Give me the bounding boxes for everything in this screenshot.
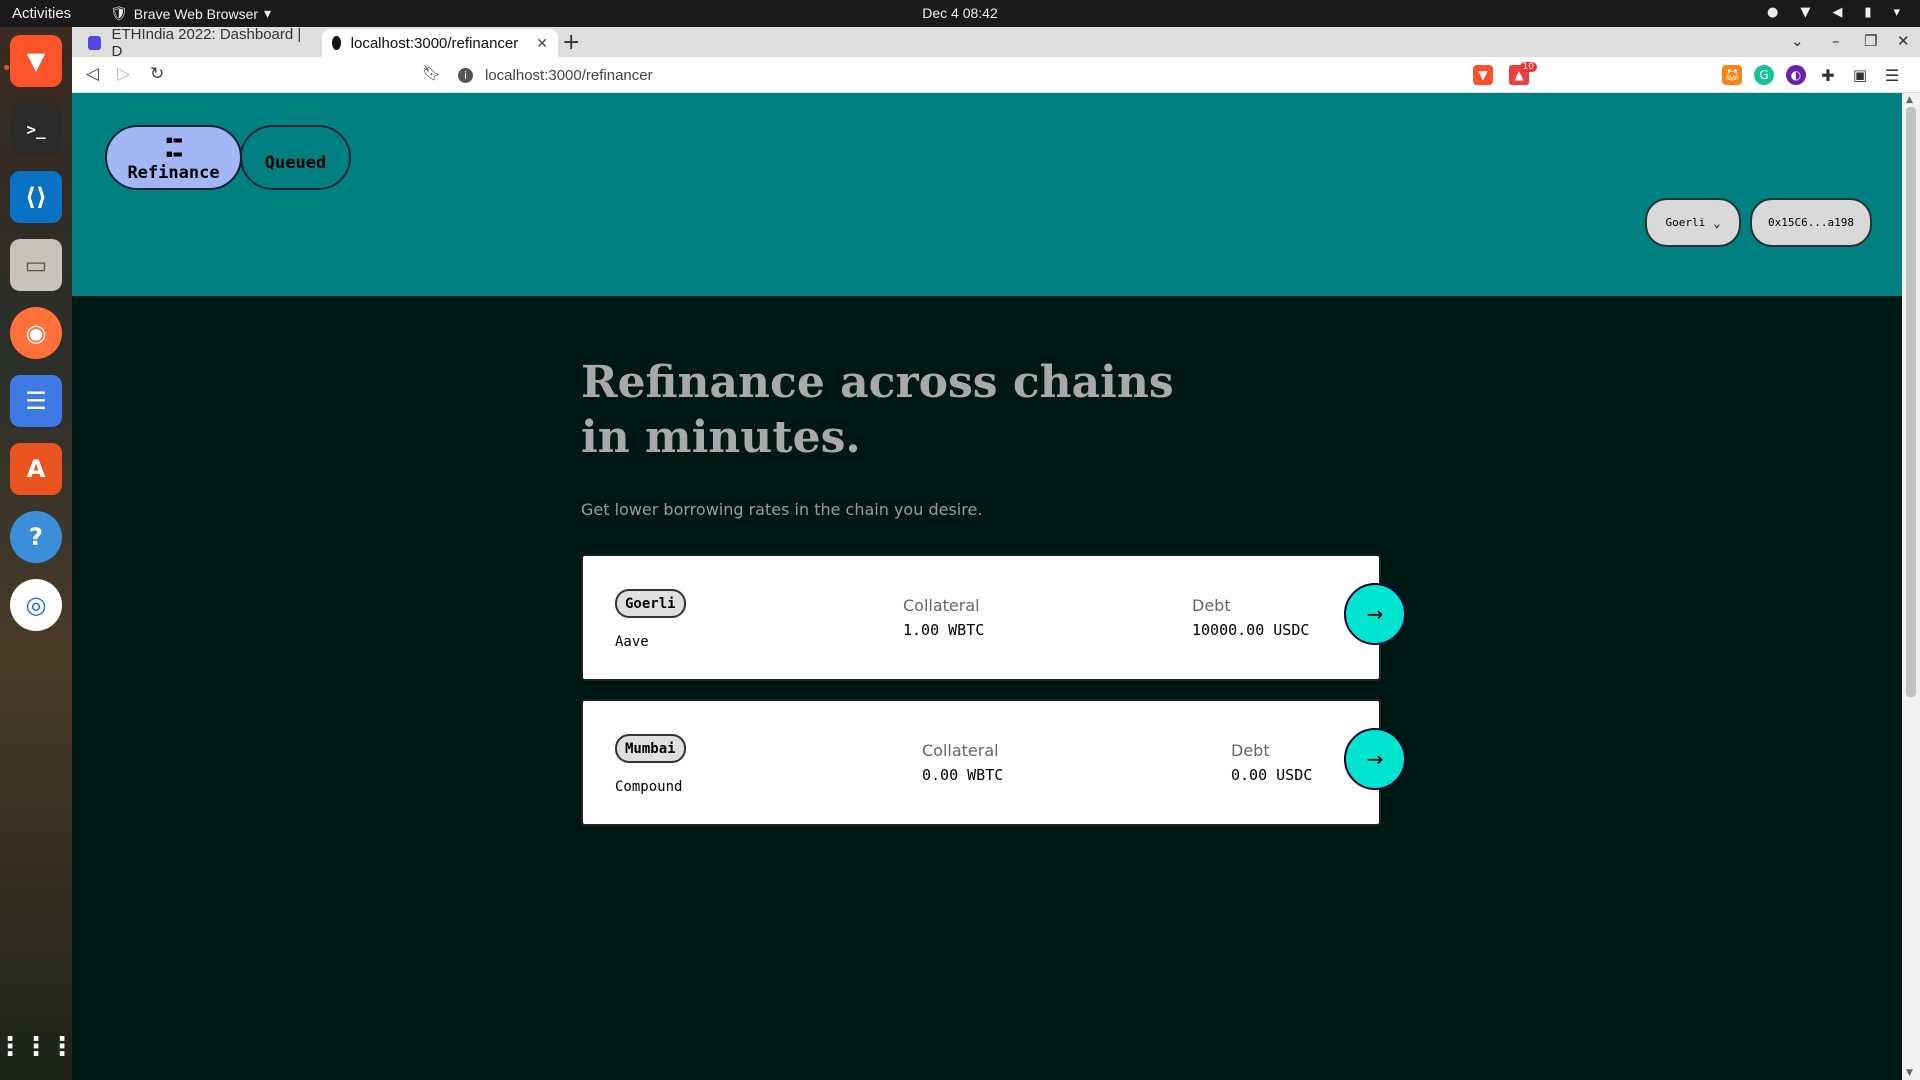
site-info-icon[interactable]: i bbox=[458, 67, 473, 83]
debt-value: 0.00 USDC bbox=[1231, 766, 1313, 784]
rewards-badge: 10 bbox=[1519, 62, 1537, 72]
scroll-down-icon[interactable]: ▼ bbox=[1906, 1068, 1913, 1078]
hero-title-line2: in minutes. bbox=[581, 412, 861, 463]
chain-badge: Goerli bbox=[615, 589, 686, 618]
collateral-value: 1.00 WBTC bbox=[903, 621, 985, 639]
battery-icon: ▮ bbox=[1864, 5, 1872, 20]
hero-title: Refinance across chains in minutes. bbox=[581, 355, 1281, 465]
url-text[interactable]: localhost:3000/refinancer bbox=[485, 67, 653, 84]
nav-queued-label: Queued bbox=[264, 152, 327, 173]
wallet-address: 0x15C6...a198 bbox=[1767, 216, 1855, 229]
puzzle-icon[interactable]: ✚ bbox=[1818, 65, 1838, 85]
extension-icon[interactable]: ◐ bbox=[1786, 65, 1806, 85]
localhost-favicon-icon bbox=[332, 36, 341, 50]
running-indicator bbox=[4, 65, 9, 70]
system-top-bar: Activities 🛡 Brave Web Browser ▾ Dec 4 0… bbox=[0, 0, 1920, 27]
grid-icon: ▪▬ ▪▬ bbox=[165, 131, 182, 162]
collateral-label: Collateral bbox=[903, 596, 980, 615]
protocol-name: Aave bbox=[615, 634, 649, 650]
refinance-arrow-button[interactable]: → bbox=[1344, 583, 1406, 645]
app-header: ▪▬ ▪▬ Refinance Queued Goerli ⌄ 0x15C6...… bbox=[72, 93, 1902, 296]
chevron-down-icon: ▾ bbox=[264, 5, 272, 21]
files-icon[interactable]: ▭ bbox=[10, 239, 62, 291]
position-card: Goerli Aave Collateral 1.00 WBTC Debt 10… bbox=[581, 554, 1381, 681]
nav-refinance-label: Refinance bbox=[127, 162, 220, 183]
tab-title: localhost:3000/refinancer bbox=[350, 34, 519, 52]
wifi-icon: ▼ bbox=[1800, 5, 1811, 20]
vscode-icon[interactable]: ⟨⟩ bbox=[10, 171, 62, 223]
page-scrollbar[interactable]: ▲ ▼ bbox=[1902, 93, 1920, 1080]
wallet-address-button[interactable]: 0x15C6...a198 bbox=[1750, 198, 1872, 247]
address-bar[interactable]: i localhost:3000/refinancer bbox=[458, 60, 1548, 90]
brave-lion-icon: 🛡 bbox=[110, 5, 128, 21]
hero-title-line1: Refinance across chains bbox=[581, 357, 1174, 408]
reload-icon[interactable]: ↻ bbox=[150, 64, 164, 84]
activities-button[interactable]: Activities bbox=[12, 5, 71, 22]
debt-label: Debt bbox=[1231, 741, 1270, 760]
chain-badge: Mumbai bbox=[615, 734, 686, 763]
debt-value: 10000.00 USDC bbox=[1192, 621, 1310, 639]
scrollbar-thumb[interactable] bbox=[1906, 107, 1916, 697]
clock[interactable]: Dec 4 08:42 bbox=[0, 5, 1920, 21]
chain-select-value: Goerli bbox=[1665, 216, 1706, 229]
brave-browser-icon[interactable]: ▼ bbox=[10, 35, 62, 87]
volume-icon: ◀ bbox=[1832, 5, 1843, 20]
nav-refinance-button[interactable]: ▪▬ ▪▬ Refinance bbox=[105, 125, 242, 190]
wallet-icon[interactable]: ▣ bbox=[1850, 65, 1870, 85]
browser-window: ETHIndia 2022: Dashboard | D localhost:3… bbox=[72, 26, 1920, 1080]
bookmark-icon[interactable]: 🔖︎ bbox=[422, 64, 441, 82]
tasks-icon[interactable]: ☰ bbox=[10, 375, 62, 427]
back-icon[interactable]: ◁ bbox=[86, 64, 99, 84]
position-card: Mumbai Compound Collateral 0.00 WBTC Deb… bbox=[581, 699, 1381, 826]
chrome-icon[interactable]: ◎ bbox=[10, 579, 62, 631]
chain-select[interactable]: Goerli ⌄ bbox=[1645, 198, 1741, 247]
scroll-up-icon[interactable]: ▲ bbox=[1906, 95, 1913, 105]
new-tab-button[interactable]: + bbox=[562, 30, 580, 55]
collateral-label: Collateral bbox=[922, 741, 999, 760]
app-menu[interactable]: 🛡 Brave Web Browser ▾ bbox=[110, 5, 271, 22]
software-center-icon[interactable]: A bbox=[10, 443, 62, 495]
protocol-name: Compound bbox=[615, 779, 683, 795]
firefox-icon[interactable]: ◉ bbox=[10, 307, 62, 359]
terminal-icon[interactable]: >_ bbox=[10, 103, 62, 155]
grammarly-icon[interactable]: G bbox=[1754, 65, 1774, 85]
chevron-down-icon: ▾ bbox=[1893, 5, 1900, 20]
minimize-button[interactable]: – bbox=[1832, 32, 1840, 50]
restore-button[interactable]: ❐ bbox=[1864, 32, 1877, 50]
system-tray[interactable]: ● ▼ ◀ ▮ ▾ bbox=[1767, 5, 1900, 20]
show-apps-icon[interactable]: ⋮⋮⋮ bbox=[0, 1021, 75, 1073]
nav-queued-button[interactable]: Queued bbox=[240, 125, 351, 190]
app-menu-label: Brave Web Browser bbox=[133, 5, 259, 22]
metamask-icon[interactable]: 🦊︎ bbox=[1722, 65, 1742, 85]
tab-refinancer[interactable]: localhost:3000/refinancer ✕ bbox=[322, 29, 558, 57]
notification-icon: ● bbox=[1766, 5, 1779, 20]
tab-ethindia[interactable]: ETHIndia 2022: Dashboard | D bbox=[78, 26, 318, 60]
forward-icon[interactable]: ▷ bbox=[117, 64, 130, 84]
refinance-arrow-button[interactable]: → bbox=[1344, 728, 1406, 790]
brave-shields-icon[interactable]: ▼ bbox=[1473, 65, 1493, 85]
collateral-value: 0.00 WBTC bbox=[922, 766, 1004, 784]
ubuntu-dock: ▼ >_ ⟨⟩ ▭ ◉ ☰ A ? ◎ ⋮⋮⋮ bbox=[0, 27, 75, 1080]
hero-subtitle: Get lower borrowing rates in the chain y… bbox=[581, 500, 983, 519]
tab-strip: ETHIndia 2022: Dashboard | D localhost:3… bbox=[72, 26, 1920, 60]
tab-search-icon[interactable]: ⌄ bbox=[1791, 32, 1804, 50]
brave-rewards-icon[interactable]: ▲ 10 bbox=[1509, 62, 1537, 85]
close-tab-icon[interactable]: ✕ bbox=[536, 35, 548, 52]
debt-label: Debt bbox=[1192, 596, 1231, 615]
tab-title: ETHIndia 2022: Dashboard | D bbox=[111, 26, 302, 60]
browser-toolbar: ◁ ▷ ↻ 🔖︎ i localhost:3000/refinancer ▼ ▲… bbox=[72, 57, 1920, 93]
menu-icon[interactable]: ☰ bbox=[1882, 65, 1902, 85]
ethindia-favicon-icon bbox=[88, 36, 102, 50]
help-icon[interactable]: ? bbox=[10, 511, 62, 563]
page-viewport: ▪▬ ▪▬ Refinance Queued Goerli ⌄ 0x15C6...… bbox=[72, 93, 1920, 1080]
close-window-button[interactable]: ✕ bbox=[1897, 32, 1910, 50]
chevron-down-icon: ⌄ bbox=[1713, 215, 1721, 230]
